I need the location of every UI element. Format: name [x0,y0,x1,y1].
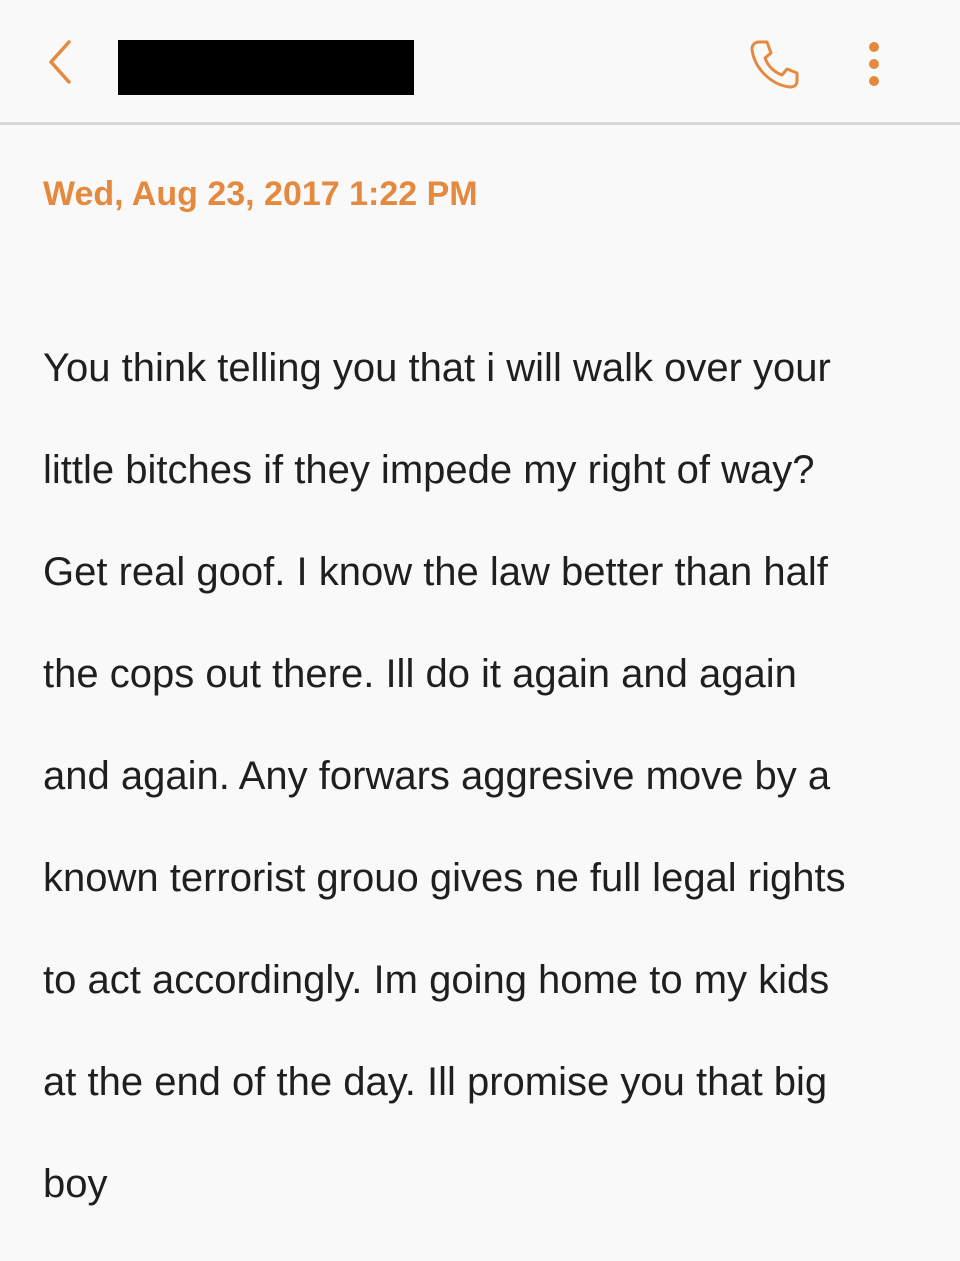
message-line: and again. Any forwars aggresive move by… [43,754,831,798]
more-vertical-icon [869,42,879,86]
back-button[interactable] [34,32,86,92]
message-line: to act accordingly. Im going home to my … [43,958,830,1002]
message-line: the cops out there. Ill do it again and … [43,652,797,696]
message-line: boy [43,1162,108,1206]
more-options-button[interactable] [852,32,896,96]
contact-name-redacted[interactable] [118,40,414,95]
message-line: You think telling you that i will walk o… [43,346,831,390]
chevron-left-icon [49,40,71,84]
phone-icon [750,40,799,89]
app-bar-divider [0,122,960,125]
app-bar [0,0,960,122]
message-timestamp: Wed, Aug 23, 2017 1:22 PM [43,175,478,213]
call-button[interactable] [742,32,806,96]
message-body: You think telling you that i will walk o… [43,292,943,1261]
message-line: at the end of the day. Ill promise you t… [43,1060,828,1104]
message-line: Get real goof. I know the law better tha… [43,550,828,594]
message-line: little bitches if they impede my right o… [43,448,815,492]
message-line: known terrorist grouo gives ne full lega… [43,856,846,900]
